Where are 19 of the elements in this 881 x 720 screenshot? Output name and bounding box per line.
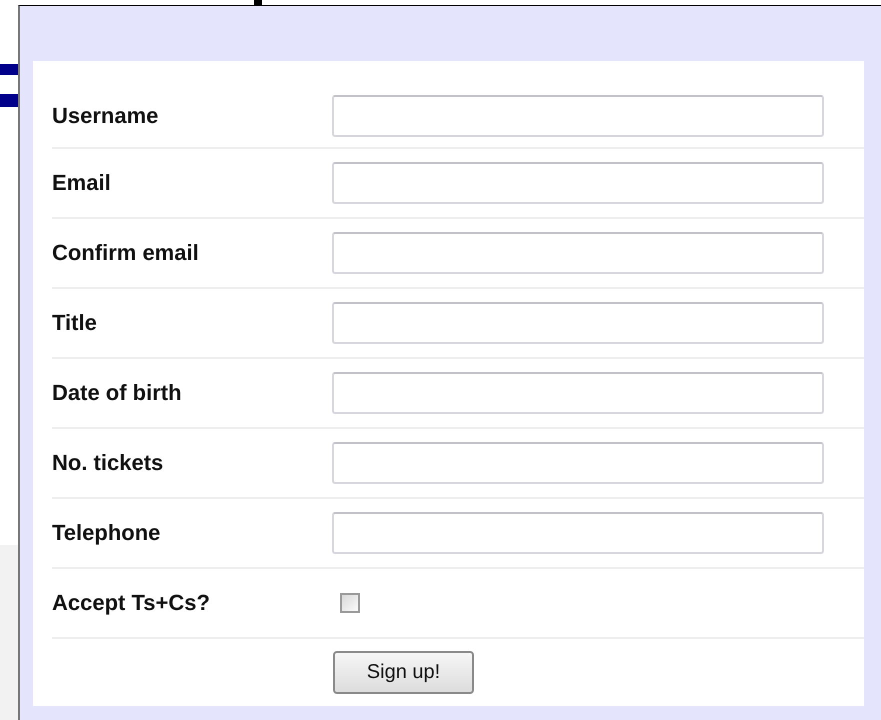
background-shape [0,94,18,107]
sign-up-button[interactable]: Sign up! [333,651,474,694]
input-field[interactable] [332,95,824,137]
field-label: No. tickets [52,450,164,476]
checkbox[interactable] [340,593,360,613]
input-field[interactable] [332,512,824,554]
field-label: Email [52,170,112,196]
field-label: Username [52,103,160,129]
field-label: Date of birth [52,380,183,406]
field-label: Accept Ts+Cs? [52,590,211,616]
input-field[interactable] [332,442,824,484]
field-label: Confirm email [52,240,200,266]
input-field[interactable] [332,162,824,204]
background-shape [0,64,18,75]
field-label: Telephone [52,520,162,546]
input-field[interactable] [332,372,824,414]
input-field[interactable] [332,302,824,344]
input-field[interactable] [332,232,824,274]
field-label: Title [52,310,98,336]
